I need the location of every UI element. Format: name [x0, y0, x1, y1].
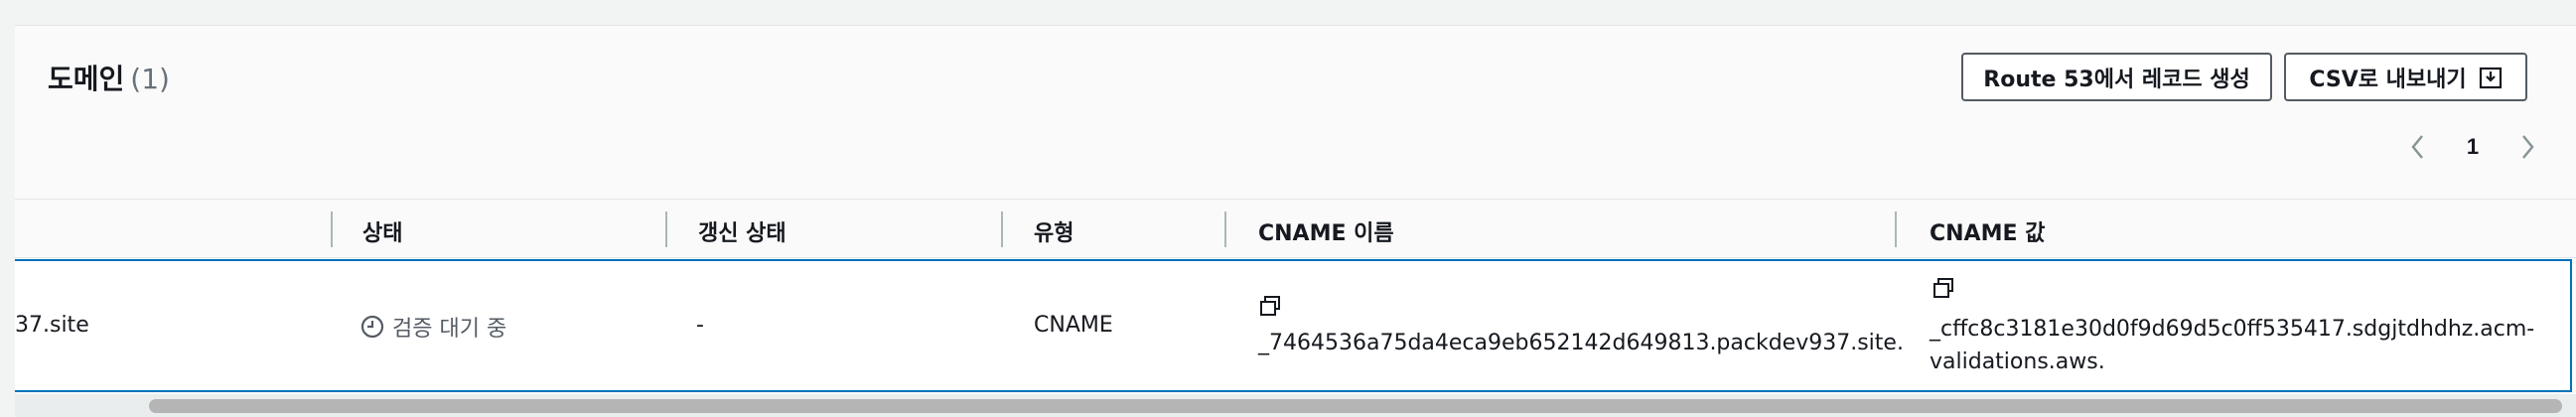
create-route53-records-label: Route 53에서 레코드 생성	[1983, 67, 2250, 92]
create-route53-records-button[interactable]: Route 53에서 레코드 생성	[1961, 53, 2272, 101]
table-header: 상태 갱신 상태 유형 CNAME 이름 CNAME 값	[15, 199, 2576, 258]
column-resizer[interactable]	[1224, 211, 1226, 247]
chevron-left-icon[interactable]	[2408, 133, 2428, 161]
status-text: 검증 대기 중	[392, 317, 507, 342]
column-resizer[interactable]	[665, 211, 667, 247]
column-resizer[interactable]	[1895, 211, 1897, 247]
copy-icon[interactable]	[1258, 295, 1282, 319]
domain-name-cell: 37.site	[15, 313, 89, 338]
column-header-cname-value[interactable]: CNAME 값	[1930, 215, 2045, 247]
type-cell: CNAME	[1034, 313, 1113, 338]
horizontal-scrollbar[interactable]	[15, 394, 2576, 417]
pagination: 1	[2408, 129, 2537, 165]
table-row[interactable]: 37.site 검증 대기 중 - CNAME _7464536a75da4ec…	[15, 259, 2572, 392]
download-icon	[2479, 67, 2502, 88]
cname-name-cell: _7464536a75da4eca9eb652142d649813.packde…	[1258, 331, 1904, 355]
column-resizer[interactable]	[1001, 211, 1003, 247]
domain-count: (1)	[130, 63, 170, 95]
copy-cname-value-button[interactable]	[1932, 277, 1955, 301]
column-resizer[interactable]	[331, 211, 333, 247]
section-title-text: 도메인	[48, 63, 125, 95]
section-title: 도메인 (1)	[48, 58, 170, 97]
export-csv-button[interactable]: CSV로 내보내기	[2284, 53, 2527, 101]
chevron-right-icon[interactable]	[2517, 133, 2537, 161]
column-header-renewal-status[interactable]: 갱신 상태	[698, 215, 787, 247]
scrollbar-thumb[interactable]	[149, 399, 2562, 413]
clock-icon	[360, 315, 384, 339]
cname-value-cell: _cffc8c3181e30d0f9d69d5c0ff535417.sdgjtd…	[1930, 313, 2545, 378]
renewal-status-cell: -	[696, 313, 704, 338]
export-csv-label: CSV로 내보내기	[2309, 67, 2467, 92]
page-number-1[interactable]: 1	[2467, 134, 2479, 160]
copy-cname-name-button[interactable]	[1258, 295, 1282, 319]
copy-icon[interactable]	[1932, 277, 1955, 301]
column-header-status[interactable]: 상태	[362, 215, 402, 247]
cname-value-line-1: _cffc8c3181e30d0f9d69d5c0ff535417.sdgjtd…	[1930, 317, 2535, 342]
status-cell: 검증 대기 중	[360, 311, 506, 343]
cname-value-line-2: validations.aws.	[1930, 349, 2105, 374]
column-header-cname-name[interactable]: CNAME 이름	[1258, 215, 1394, 247]
column-header-type[interactable]: 유형	[1034, 215, 1073, 247]
